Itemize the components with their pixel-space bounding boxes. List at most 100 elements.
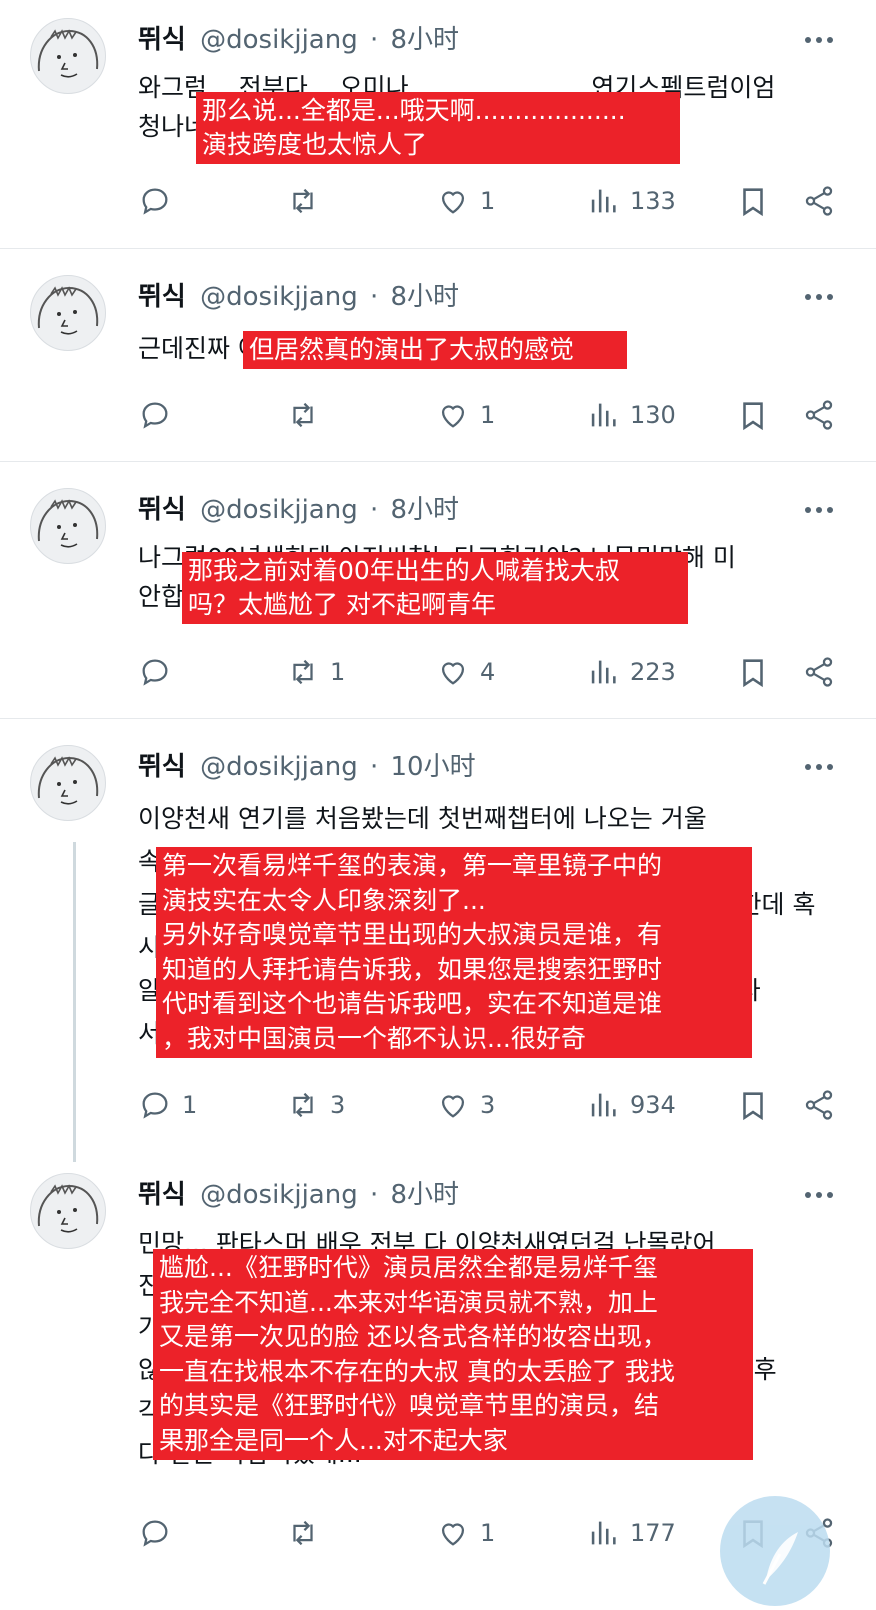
watermark-badge (720, 1496, 830, 1606)
like-count: 3 (480, 1091, 496, 1119)
repost-button[interactable]: 3 (286, 1085, 345, 1125)
user-handle[interactable]: @dosikjjang (200, 282, 358, 312)
avatar[interactable] (30, 1173, 106, 1249)
translation-overlay: 但居然真的演出了大叔的感觉 (243, 331, 627, 369)
reply-button[interactable] (138, 395, 182, 435)
reply-icon (142, 1092, 168, 1119)
bookmark-button[interactable] (736, 181, 770, 221)
more-icon[interactable] (802, 500, 836, 520)
reply-button[interactable] (138, 1513, 182, 1553)
like-count: 1 (480, 187, 496, 215)
repost-icon (293, 1520, 313, 1546)
more-icon[interactable] (802, 287, 836, 307)
timestamp[interactable]: 8小时 (391, 25, 460, 55)
views-icon (591, 660, 616, 684)
reply-button[interactable]: 1 (138, 1085, 197, 1125)
like-button[interactable]: 4 (436, 652, 495, 692)
action-bar: 1 130 (138, 395, 838, 435)
share-button[interactable] (802, 652, 836, 692)
timestamp[interactable]: 10小时 (391, 752, 476, 782)
translation-overlay: 那我之前对着00年出生的人喊着找大叔 吗？太尴尬了 对不起啊青年 (182, 552, 688, 624)
repost-button[interactable] (286, 181, 330, 221)
share-icon (805, 400, 833, 430)
views-button[interactable]: 223 (586, 652, 676, 692)
bookmark-button[interactable] (736, 1085, 770, 1125)
share-button[interactable] (802, 395, 836, 435)
share-icon (805, 186, 833, 216)
avatar-drawing (37, 756, 99, 805)
timestamp[interactable]: 8小时 (391, 495, 460, 525)
reply-icon (142, 188, 168, 215)
views-button[interactable]: 177 (586, 1513, 676, 1553)
repost-icon (293, 402, 313, 428)
views-count: 177 (630, 1519, 676, 1547)
user-handle[interactable]: @dosikjjang (200, 752, 358, 782)
more-icon[interactable] (802, 30, 836, 50)
heart-icon (441, 1095, 465, 1118)
user-handle[interactable]: @dosikjjang (200, 1180, 358, 1210)
separator-dot: · (369, 1180, 379, 1210)
views-button[interactable]: 934 (586, 1085, 676, 1125)
avatar[interactable] (30, 275, 106, 351)
like-count: 1 (480, 1519, 496, 1547)
views-count: 934 (630, 1091, 676, 1119)
display-name[interactable]: 뛰식 (138, 282, 186, 312)
timestamp[interactable]: 8小时 (391, 1180, 460, 1210)
views-count: 133 (630, 187, 676, 215)
more-icon[interactable] (802, 1185, 836, 1205)
reply-icon (142, 402, 168, 429)
like-button[interactable]: 1 (436, 181, 495, 221)
tweet-3[interactable]: 뛰식 @dosikjjang · 8小时 나그럼00년생한테 아저씨찾는다고한거… (0, 462, 876, 718)
display-name[interactable]: 뛰식 (138, 752, 186, 782)
bookmark-button[interactable] (736, 652, 770, 692)
reply-button[interactable] (138, 652, 182, 692)
separator-dot: · (369, 25, 379, 55)
user-handle[interactable]: @dosikjjang (200, 25, 358, 55)
tweet-header: 뛰식 @dosikjjang · 8小时 (138, 492, 459, 528)
display-name[interactable]: 뛰식 (138, 25, 186, 55)
share-button[interactable] (802, 181, 836, 221)
views-count: 130 (630, 401, 676, 429)
separator-dot: · (369, 282, 379, 312)
bookmark-button[interactable] (736, 395, 770, 435)
like-button[interactable]: 1 (436, 1513, 495, 1553)
translation-overlay: 尴尬...《狂野时代》演员居然全都是易烊千玺 我完全不知道...本来对华语演员就… (153, 1249, 753, 1460)
like-button[interactable]: 1 (436, 395, 495, 435)
user-handle[interactable]: @dosikjjang (200, 495, 358, 525)
more-icon[interactable] (802, 757, 836, 777)
views-icon (591, 403, 616, 427)
bookmark-icon (743, 188, 763, 217)
repost-button[interactable] (286, 1513, 330, 1553)
tweet-1[interactable]: 뛰식 @dosikjjang · 8小时 와그럼... 전부다... 오미나..… (0, 0, 876, 248)
timestamp[interactable]: 8小时 (391, 282, 460, 312)
display-name[interactable]: 뛰식 (138, 1180, 186, 1210)
views-icon (591, 1093, 616, 1117)
views-icon (591, 189, 616, 213)
bookmark-icon (743, 402, 763, 431)
display-name[interactable]: 뛰식 (138, 495, 186, 525)
avatar-drawing (37, 29, 99, 78)
action-bar: 1 133 (138, 181, 838, 221)
views-button[interactable]: 130 (586, 395, 676, 435)
repost-count: 3 (330, 1091, 346, 1119)
reply-icon (142, 1520, 168, 1547)
avatar[interactable] (30, 745, 106, 821)
translation-overlay: 第一次看易烊千玺的表演，第一章里镜子中的 演技实在太令人印象深刻了... 另外好… (156, 847, 752, 1058)
repost-button[interactable]: 1 (286, 652, 345, 692)
reply-button[interactable] (138, 181, 182, 221)
translation-overlay: 那么说...全都是...哦天啊................... 演技跨度也… (196, 92, 680, 164)
tweet-header: 뛰식 @dosikjjang · 8小时 (138, 1177, 459, 1213)
repost-button[interactable] (286, 395, 330, 435)
like-button[interactable]: 3 (436, 1085, 495, 1125)
repost-icon (293, 1092, 313, 1118)
avatar[interactable] (30, 18, 106, 94)
views-button[interactable]: 133 (586, 181, 676, 221)
tweet-4[interactable]: 뛰식 @dosikjjang · 10小时 이양천새 연기를 처음봤는데 첫번째… (0, 719, 876, 1159)
action-bar: 1 3 3 934 (138, 1085, 838, 1125)
avatar-drawing (37, 499, 99, 548)
tweet-header: 뛰식 @dosikjjang · 10小时 (138, 749, 476, 785)
share-button[interactable] (802, 1085, 836, 1125)
repost-icon (293, 659, 313, 685)
tweet-2[interactable]: 뛰식 @dosikjjang · 8小时 근데진짜 아저씨 연기 잘한다 ㅋㅋ … (0, 249, 876, 461)
avatar[interactable] (30, 488, 106, 564)
